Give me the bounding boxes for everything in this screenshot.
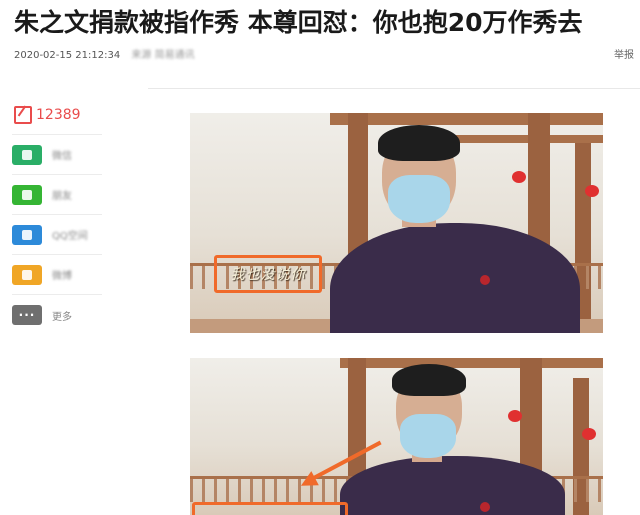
- share-weibo-button[interactable]: 微博: [12, 255, 102, 295]
- qzone-icon: [12, 224, 42, 245]
- share-sidebar: 12389 微信 朋友 QQ空间 微博 ··· 更多: [12, 95, 102, 335]
- share-qzone-button[interactable]: QQ空间: [12, 215, 102, 255]
- share-label: 更多: [52, 311, 72, 323]
- highlighted-subtitle: [192, 502, 348, 515]
- more-icon: ···: [12, 305, 42, 325]
- share-label: 朋友: [52, 191, 72, 202]
- article-source[interactable]: 来源 简易通讯: [131, 46, 194, 61]
- moments-icon: [12, 184, 42, 205]
- report-link[interactable]: 举报: [614, 46, 634, 61]
- article-title: 朱之文捐款被指作秀 本尊回怼：你也抱20万作秀去: [14, 8, 583, 37]
- comment-count: 12389: [36, 106, 81, 123]
- share-moments-button[interactable]: 朋友: [12, 175, 102, 215]
- article-image-1: 我也没说你: [190, 113, 603, 333]
- highlighted-subtitle: 我也没说你: [214, 255, 322, 293]
- article-meta: 2020-02-15 21:12:34 来源 简易通讯: [14, 46, 195, 61]
- share-label: 微博: [52, 271, 72, 282]
- share-label: 微信: [52, 151, 72, 162]
- comment-button[interactable]: 12389: [12, 95, 102, 135]
- share-label: QQ空间: [52, 231, 88, 242]
- comment-edit-icon: [14, 105, 32, 124]
- share-wechat-button[interactable]: 微信: [12, 135, 102, 175]
- wechat-icon: [12, 144, 42, 165]
- article-image-2: [190, 358, 603, 515]
- weibo-icon: [12, 264, 42, 285]
- header-divider: [148, 88, 640, 89]
- subtitle-text: 我也没说你: [230, 267, 306, 283]
- publish-timestamp: 2020-02-15 21:12:34: [14, 50, 121, 61]
- share-more-button[interactable]: ··· 更多: [12, 295, 102, 335]
